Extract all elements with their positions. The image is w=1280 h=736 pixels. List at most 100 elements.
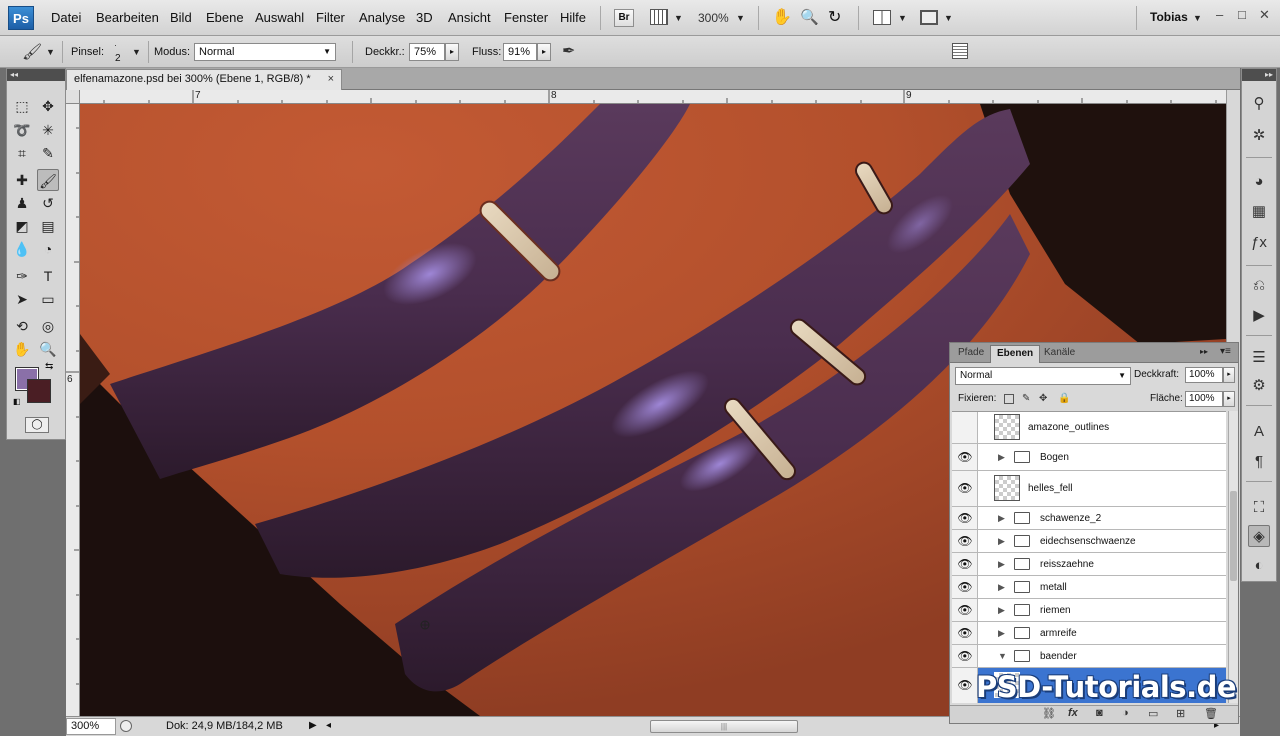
- expand-arrow-icon[interactable]: ▶: [998, 582, 1005, 593]
- zoom-level-select[interactable]: 300%: [698, 11, 729, 25]
- film-strip-icon[interactable]: [650, 9, 668, 25]
- adjustments-icon[interactable]: ◐: [1248, 555, 1270, 577]
- chevron-down-icon[interactable]: ▼: [132, 47, 141, 57]
- layer-row[interactable]: 👁 ▼ baender: [952, 645, 1226, 668]
- move-tool-icon[interactable]: ✥: [37, 95, 59, 117]
- visibility-toggle[interactable]: 👁: [952, 645, 978, 667]
- layer-style-icon[interactable]: fx: [1068, 707, 1078, 719]
- flow-input[interactable]: 91%: [503, 43, 537, 61]
- path-selection-icon[interactable]: ➤: [11, 288, 33, 310]
- chevron-down-icon[interactable]: ▼: [46, 47, 55, 57]
- zoom-tool-icon[interactable]: 🔍: [37, 338, 59, 360]
- expand-arrow-icon[interactable]: ▶: [998, 559, 1005, 570]
- masks-icon[interactable]: ⛶: [1248, 497, 1270, 519]
- brush-tool-icon[interactable]: 🖌: [37, 169, 59, 191]
- 3d-rotate-icon[interactable]: ⟲: [11, 315, 33, 337]
- layer-row[interactable]: 👁 ▶ armreife: [952, 622, 1226, 645]
- adjustment-layer-icon[interactable]: ◑: [1122, 707, 1129, 719]
- actions-icon[interactable]: ▶: [1248, 305, 1270, 327]
- character-icon[interactable]: A: [1248, 421, 1270, 443]
- fill-slider-button[interactable]: ▸: [1223, 391, 1235, 407]
- visibility-toggle[interactable]: 👁: [952, 576, 978, 598]
- clone-source-icon[interactable]: ⚙: [1248, 375, 1270, 397]
- menu-fenster[interactable]: Fenster: [504, 10, 548, 25]
- rotate-view-icon[interactable]: ↻: [828, 7, 841, 27]
- magic-wand-icon[interactable]: ✳: [37, 119, 59, 141]
- layer-row[interactable]: 👁 ▶ Bogen: [952, 444, 1226, 471]
- minimize-icon[interactable]: –: [1216, 7, 1223, 22]
- menu-bild[interactable]: Bild: [170, 10, 192, 25]
- mode-select[interactable]: Normal ▼: [194, 43, 336, 61]
- zoom-tool-icon[interactable]: 🔍: [800, 8, 819, 26]
- menu-analyse[interactable]: Analyse: [359, 10, 405, 25]
- status-preview-icon[interactable]: [120, 720, 132, 732]
- status-menu-arrow-icon[interactable]: ▶: [309, 720, 317, 731]
- shape-tool-icon[interactable]: ▭: [37, 288, 59, 310]
- expand-arrow-icon[interactable]: ▶: [998, 628, 1005, 639]
- navigator-icon[interactable]: ✲: [1248, 125, 1270, 147]
- 3d-orbit-icon[interactable]: ◎: [37, 315, 59, 337]
- layer-row[interactable]: 👁 ▶ metall: [952, 576, 1226, 599]
- menu-datei[interactable]: Datei: [51, 10, 81, 25]
- delete-layer-icon[interactable]: 🗑: [1204, 707, 1218, 720]
- history-brush-icon[interactable]: ↺: [37, 192, 59, 214]
- lock-pixels-icon[interactable]: ✎: [1022, 393, 1030, 404]
- collapse-arrow-icon[interactable]: ▼: [998, 651, 1007, 661]
- character-style-icon[interactable]: ⚲: [1248, 93, 1270, 115]
- expand-arrow-icon[interactable]: ▶: [998, 605, 1005, 616]
- layer-row[interactable]: 👁 ▶ riemen: [952, 599, 1226, 622]
- marquee-tool-icon[interactable]: ⬚: [11, 95, 33, 117]
- add-mask-icon[interactable]: ◙: [1096, 707, 1103, 719]
- healing-brush-icon[interactable]: ✚: [11, 169, 33, 191]
- brush-size-value[interactable]: 2: [115, 53, 121, 64]
- visibility-toggle[interactable]: 👁: [952, 507, 978, 529]
- document-tab[interactable]: elfenamazone.psd bei 300% (Ebene 1, RGB/…: [66, 69, 342, 90]
- chevron-down-icon[interactable]: ▼: [898, 13, 907, 23]
- menu-hilfe[interactable]: Hilfe: [560, 10, 586, 25]
- user-name[interactable]: Tobias: [1150, 10, 1188, 24]
- menu-filter[interactable]: Filter: [316, 10, 345, 25]
- visibility-toggle[interactable]: 👁: [952, 553, 978, 575]
- chevron-down-icon[interactable]: ▼: [944, 13, 953, 23]
- brush-preview-dot[interactable]: ·: [114, 40, 117, 50]
- strip-expand-icon[interactable]: ▸▸: [1242, 69, 1276, 81]
- vertical-ruler[interactable]: 6: [66, 104, 80, 716]
- lock-position-icon[interactable]: ✥: [1039, 393, 1047, 404]
- maximize-icon[interactable]: □: [1238, 7, 1246, 22]
- color-panel-icon[interactable]: ◕: [1248, 171, 1270, 193]
- close-icon[interactable]: ×: [328, 70, 334, 89]
- layer-opacity-input[interactable]: 100%: [1185, 367, 1223, 383]
- opacity-input[interactable]: 75%: [409, 43, 445, 61]
- type-tool-icon[interactable]: T: [37, 265, 59, 287]
- menu-ansicht[interactable]: Ansicht: [448, 10, 491, 25]
- horizontal-scroll-thumb[interactable]: |||: [650, 720, 798, 733]
- toolbox-collapse-icon[interactable]: ◂◂: [7, 69, 65, 81]
- layers-icon[interactable]: ◈: [1248, 525, 1270, 547]
- visibility-toggle[interactable]: 👁: [952, 668, 978, 703]
- layer-row[interactable]: 👁 helles_fell: [952, 471, 1226, 507]
- clone-stamp-icon[interactable]: ♟: [11, 192, 33, 214]
- expand-arrow-icon[interactable]: ▶: [998, 536, 1005, 547]
- menu-bearbeiten[interactable]: Bearbeiten: [96, 10, 159, 25]
- eyedropper-icon[interactable]: ✎: [37, 142, 59, 164]
- blur-tool-icon[interactable]: 💧: [11, 238, 33, 260]
- paragraph-icon[interactable]: ¶: [1248, 451, 1270, 473]
- arrange-documents-icon[interactable]: [873, 10, 891, 25]
- visibility-toggle[interactable]: 👁: [952, 471, 978, 506]
- chevron-down-icon[interactable]: ▼: [1193, 13, 1202, 23]
- brush-tool-icon[interactable]: 🖌: [22, 42, 42, 62]
- brush-presets-icon[interactable]: ☰: [1248, 347, 1270, 369]
- menu-ebene[interactable]: Ebene: [206, 10, 244, 25]
- flow-slider-button[interactable]: ▸: [537, 43, 551, 61]
- quick-mask-icon[interactable]: ◯: [25, 417, 49, 433]
- lock-all-icon[interactable]: 🔒: [1058, 393, 1070, 404]
- visibility-toggle[interactable]: [952, 412, 978, 443]
- new-layer-icon[interactable]: ⊞: [1176, 707, 1185, 720]
- layer-row[interactable]: amazone_outlines: [952, 412, 1226, 444]
- visibility-toggle[interactable]: 👁: [952, 599, 978, 621]
- layers-scrollbar[interactable]: [1228, 411, 1238, 703]
- blend-mode-select[interactable]: Normal ▼: [955, 367, 1131, 385]
- tab-kanaele[interactable]: Kanäle: [1038, 345, 1081, 363]
- link-layers-icon[interactable]: ⛓: [1042, 707, 1056, 720]
- background-color-swatch[interactable]: [27, 379, 51, 403]
